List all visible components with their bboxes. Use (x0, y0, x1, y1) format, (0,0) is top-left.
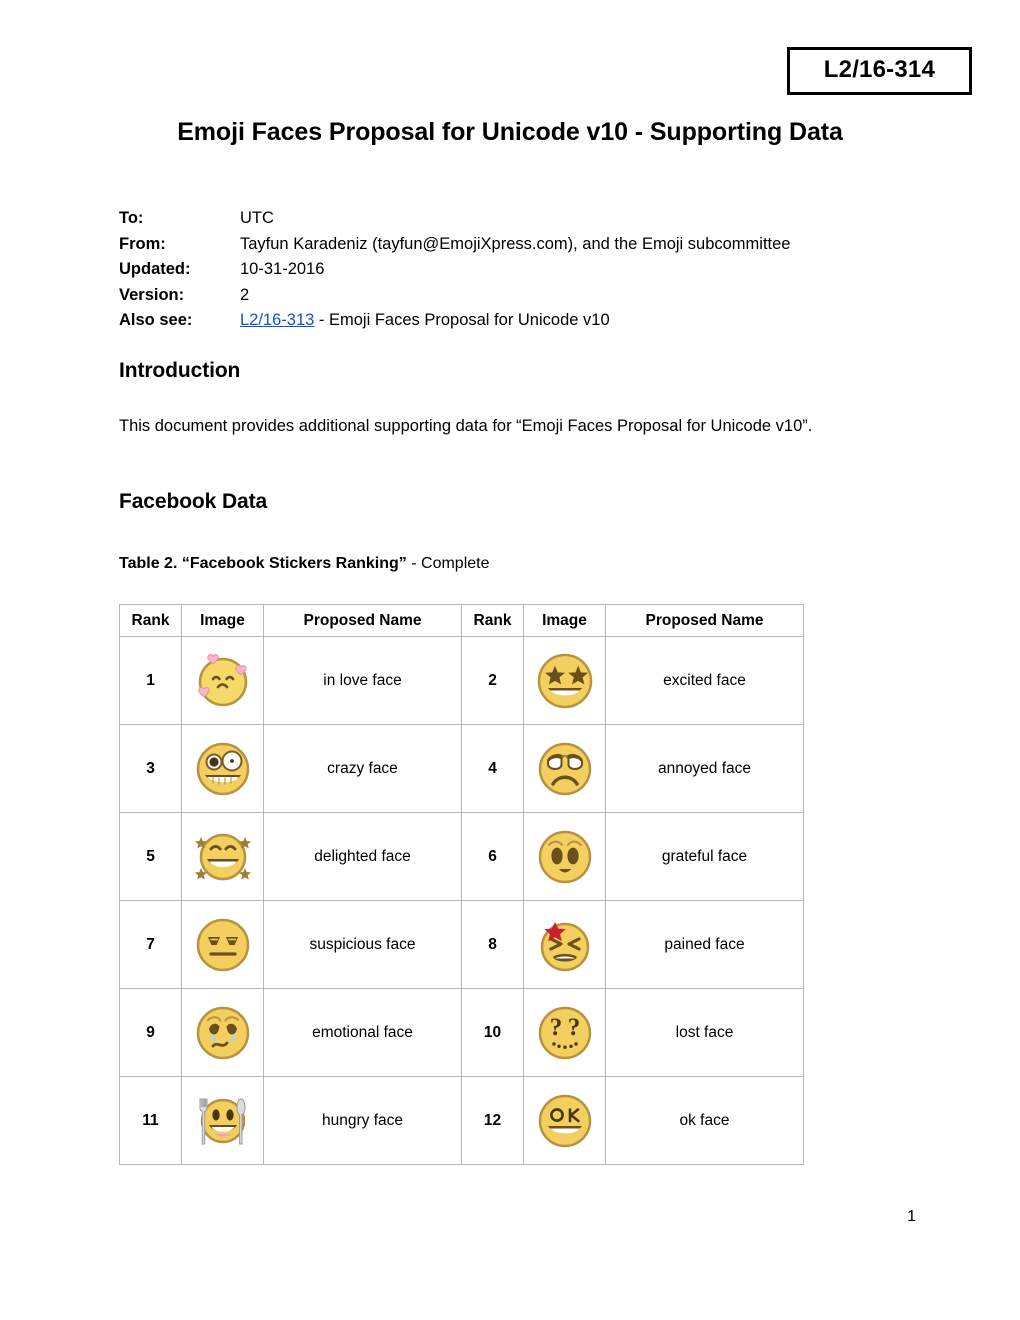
section-heading-introduction: Introduction (119, 359, 241, 382)
related-document-link[interactable]: L2/16-313 (240, 311, 314, 329)
emoji-cell (181, 1076, 264, 1165)
emoji-cell (181, 812, 264, 901)
crazy-face-emoji (182, 725, 263, 812)
metadata-label-to: To: (119, 209, 144, 227)
proposed-name-value: pained face (605, 900, 804, 989)
column-header-image-left: Image (181, 604, 264, 637)
table-row: 7 suspicious face 8 pained face (119, 900, 804, 989)
lost-face-emoji: ? ? (524, 989, 605, 1076)
facebook-stickers-ranking-table-container: Rank Image Proposed Name Rank Image Prop… (119, 604, 804, 1165)
rank-value: 9 (119, 988, 182, 1077)
metadata-label-also-see: Also see: (119, 311, 193, 329)
table-caption-suffix: - Complete (406, 555, 490, 572)
rank-value: 2 (461, 636, 524, 725)
rank-value: 7 (119, 900, 182, 989)
proposed-name-value: ok face (605, 1076, 804, 1165)
metadata-label-from: From: (119, 234, 166, 253)
annoyed-face-emoji (524, 725, 605, 812)
column-header-proposed-name-right: Proposed Name (605, 604, 804, 637)
table-row: 5 delighted face 6 grateful face (119, 812, 804, 901)
metadata-row-version: Version: 2 (119, 283, 791, 309)
emoji-cell (181, 900, 264, 989)
metadata-row-to: To: UTC (119, 206, 791, 232)
proposed-name-value: in love face (263, 636, 462, 725)
emoji-cell (181, 724, 264, 813)
proposed-name-value: crazy face (263, 724, 462, 813)
document-number-container: L2/16-314 (786, 47, 972, 96)
column-header-rank-right: Rank (461, 604, 524, 637)
rank-value: 4 (461, 724, 524, 813)
svg-text:?: ? (567, 1014, 580, 1041)
table-header-row: Rank Image Proposed Name Rank Image Prop… (119, 604, 804, 637)
rank-value: 12 (461, 1076, 524, 1165)
metadata-row-updated: Updated: 10-31-2016 (119, 257, 791, 283)
emoji-cell (181, 636, 264, 725)
document-page: L2/16-314 Emoji Faces Proposal for Unico… (0, 0, 1020, 1320)
page-number: 1 (907, 1208, 916, 1225)
emoji-cell (181, 988, 264, 1077)
related-document-suffix: - Emoji Faces Proposal for Unicode v10 (314, 311, 610, 329)
column-header-proposed-name-left: Proposed Name (263, 604, 462, 637)
table-row: 11 hungry face 12 ok face (119, 1076, 804, 1165)
metadata-value-version: 2 (240, 285, 250, 304)
table-row: 3 crazy face 4 annoyed face (119, 724, 804, 813)
excited-face-emoji (524, 637, 605, 724)
emoji-cell (523, 812, 606, 901)
emotional-face-emoji (182, 989, 263, 1076)
metadata-row-also-see: Also see: L2/16-313 - Emoji Faces Propos… (119, 308, 791, 334)
rank-value: 5 (119, 812, 182, 901)
column-header-image-right: Image (523, 604, 606, 637)
proposed-name-value: excited face (605, 636, 804, 725)
rank-value: 8 (461, 900, 524, 989)
delighted-face-emoji (182, 813, 263, 900)
rank-value: 1 (119, 636, 182, 725)
proposed-name-value: delighted face (263, 812, 462, 901)
metadata-value-from: Tayfun Karadeniz (tayfun@EmojiXpress.com… (240, 234, 791, 253)
emoji-cell (523, 900, 606, 989)
rank-value: 6 (461, 812, 524, 901)
table-row: 1 in love face 2 excited face (119, 636, 804, 725)
table-caption: Table 2. “Facebook Stickers Ranking” - C… (119, 555, 490, 573)
emoji-cell (523, 724, 606, 813)
proposed-name-value: annoyed face (605, 724, 804, 813)
rank-value: 10 (461, 988, 524, 1077)
metadata-value-updated: 10-31-2016 (240, 260, 325, 278)
facebook-stickers-ranking-table: Rank Image Proposed Name Rank Image Prop… (119, 604, 804, 1165)
proposed-name-value: hungry face (263, 1076, 462, 1165)
metadata-label-version: Version: (119, 285, 185, 304)
metadata-value-to: UTC (240, 209, 274, 227)
svg-text:?: ? (549, 1014, 562, 1041)
rank-value: 3 (119, 724, 182, 813)
metadata-value-also-see: L2/16-313 - Emoji Faces Proposal for Uni… (240, 308, 610, 334)
emoji-cell (523, 636, 606, 725)
emoji-cell: ? ? (523, 988, 606, 1077)
proposed-name-value: lost face (605, 988, 804, 1077)
proposed-name-value: suspicious face (263, 900, 462, 989)
proposed-name-value: emotional face (263, 988, 462, 1077)
rank-value: 11 (119, 1076, 182, 1165)
metadata-label-updated: Updated: (119, 260, 191, 278)
introduction-paragraph: This document provides additional suppor… (119, 417, 813, 435)
column-header-rank-left: Rank (119, 604, 182, 637)
document-number-box: L2/16-314 (786, 47, 972, 96)
suspicious-face-emoji (182, 901, 263, 988)
in-love-face-emoji (182, 637, 263, 724)
section-heading-facebook-data: Facebook Data (119, 490, 268, 513)
metadata-row-from: From: Tayfun Karadeniz (tayfun@EmojiXpre… (119, 232, 791, 258)
ok-face-emoji (524, 1077, 605, 1164)
proposed-name-value: grateful face (605, 812, 804, 901)
grateful-face-emoji (524, 813, 605, 900)
emoji-cell (523, 1076, 606, 1165)
hungry-face-emoji (182, 1077, 263, 1164)
page-title: Emoji Faces Proposal for Unicode v10 - S… (177, 118, 843, 146)
table-caption-title: Table 2. “Facebook Stickers Ranking” (119, 555, 407, 572)
metadata-block: To: UTC From: Tayfun Karadeniz (tayfun@E… (119, 206, 791, 334)
table-row: 9 emotional face 10 ? ? lost face (119, 988, 804, 1077)
pained-face-emoji (524, 901, 605, 988)
